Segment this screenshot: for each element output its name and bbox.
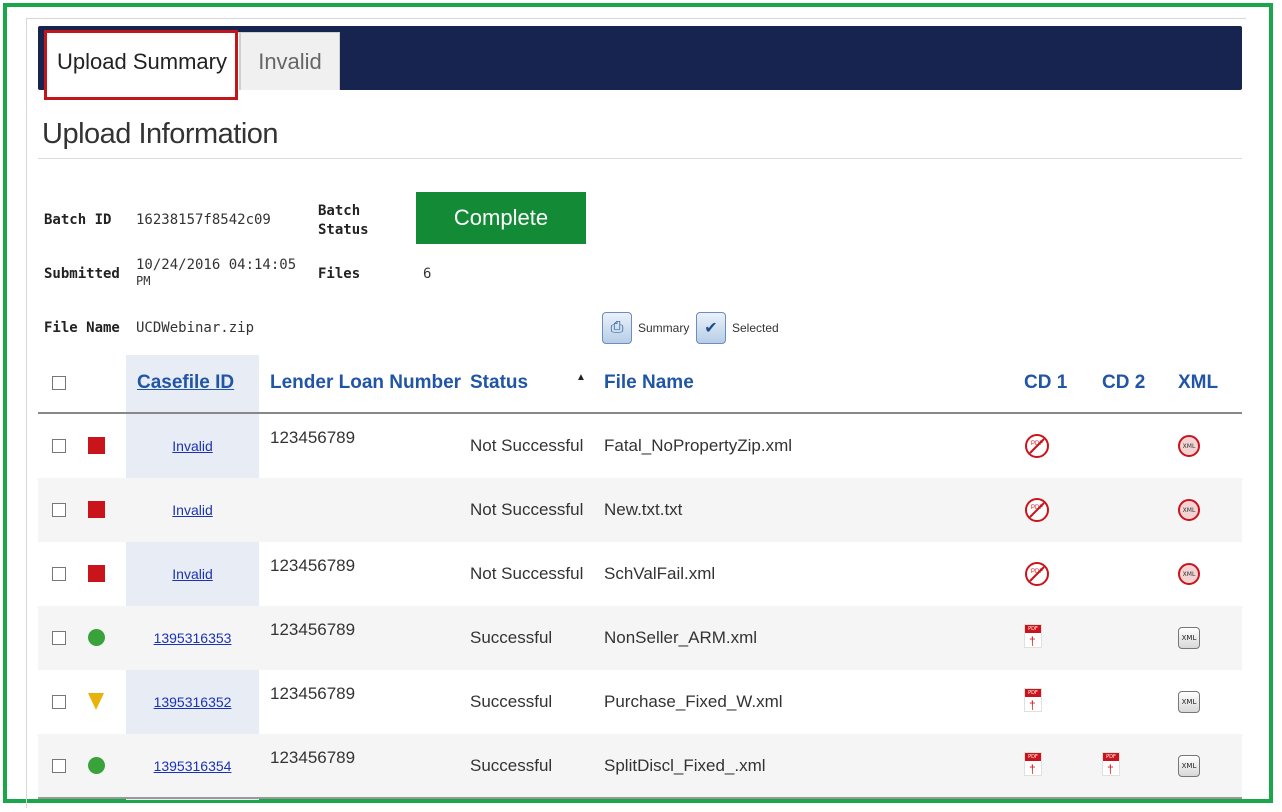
svg-text:PDF: PDF [1031, 569, 1043, 575]
table-bottom-divider [38, 797, 1242, 799]
no-pdf-icon: PDF [1025, 498, 1049, 522]
files-count: 6 [423, 266, 432, 282]
error-square-icon [88, 565, 105, 582]
column-header-file-name[interactable]: File Name [604, 372, 694, 394]
lender-loan-number: 123456789 [270, 428, 356, 447]
xml-icon[interactable]: XML [1178, 627, 1200, 649]
row-file-name: New.txt.txt [604, 500, 683, 519]
page-title: Upload Information [42, 118, 279, 150]
row-file-name: Fatal_NoPropertyZip.xml [604, 436, 793, 455]
row-checkbox[interactable] [52, 759, 66, 773]
column-header-lender-loan-number[interactable]: Lender Loan Number [270, 372, 461, 394]
column-header-status[interactable]: Status [470, 372, 528, 394]
pdf-icon[interactable] [1024, 688, 1042, 712]
row-file-name: Purchase_Fixed_W.xml [604, 692, 783, 711]
success-circle-icon [88, 757, 105, 774]
no-xml-icon: XML [1178, 435, 1200, 457]
panel-border-left [26, 18, 27, 808]
summary-download-button[interactable]: ⎙ Summary [602, 310, 689, 346]
sort-ascending-icon: ▲ [576, 372, 586, 383]
xml-icon[interactable]: XML [1178, 691, 1200, 713]
row-file-name: NonSeller_ARM.xml [604, 628, 758, 647]
no-pdf-icon: PDF [1025, 562, 1049, 586]
svg-text:PDF: PDF [1031, 505, 1043, 511]
casefile-id-link[interactable]: 1395316354 [126, 758, 259, 774]
batch-status-label-2: Status [318, 222, 369, 238]
error-square-icon [88, 501, 105, 518]
row-checkbox[interactable] [52, 631, 66, 645]
casefile-id-link[interactable]: 1395316352 [126, 694, 259, 710]
file-name-value: UCDWebinar.zip [136, 320, 255, 336]
selected-label: Selected [732, 321, 779, 335]
column-header-cd1: CD 1 [1024, 372, 1068, 393]
row-status: Not Successful [470, 436, 584, 455]
no-xml-icon: XML [1178, 499, 1200, 521]
lender-loan-number: 123456789 [270, 684, 356, 703]
row-checkbox[interactable] [52, 503, 66, 517]
row-status: Successful [470, 692, 553, 711]
batch-status-badge: Complete [416, 192, 586, 244]
pdf-icon[interactable] [1102, 752, 1120, 776]
lender-loan-number: 123456789 [270, 556, 356, 575]
printer-icon: ⎙ [602, 312, 632, 344]
row-file-name: SplitDiscl_Fixed_.xml [604, 756, 766, 775]
lender-loan-number: 123456789 [270, 748, 356, 767]
select-all-checkbox[interactable] [52, 376, 66, 390]
panel-border-top [26, 18, 1246, 19]
summary-label: Summary [638, 321, 690, 335]
column-header-xml: XML [1178, 372, 1219, 393]
submitted-value: 10/24/2016 04:14:05 [136, 257, 297, 273]
row-checkbox[interactable] [52, 695, 66, 709]
row-status: Not Successful [470, 564, 584, 583]
checked-document-icon: ✔ [696, 312, 726, 344]
submitted-label: Submitted [44, 266, 120, 282]
casefile-id-link[interactable]: Invalid [126, 566, 259, 582]
batch-id-value: 16238157f8542c09 [136, 212, 271, 228]
row-file-name: SchValFail.xml [604, 564, 716, 583]
row-status: Successful [470, 756, 553, 775]
casefile-id-link[interactable]: Invalid [126, 438, 259, 454]
column-header-casefile-id[interactable]: Casefile ID [137, 372, 234, 394]
divider [38, 158, 1242, 159]
lender-loan-number: 123456789 [270, 620, 356, 639]
svg-text:PDF: PDF [1031, 441, 1043, 447]
submitted-value-ampm: PM [136, 274, 151, 288]
success-circle-icon [88, 629, 105, 646]
tab-invalid[interactable]: Invalid [240, 32, 340, 90]
file-name-label: File Name [44, 320, 120, 336]
row-status: Successful [470, 628, 553, 647]
row-status: Not Successful [470, 500, 584, 519]
row-checkbox[interactable] [52, 439, 66, 453]
no-pdf-icon: PDF [1025, 434, 1049, 458]
files-label: Files [318, 266, 361, 282]
column-header-cd2: CD 2 [1102, 372, 1146, 393]
pdf-icon[interactable] [1024, 624, 1042, 648]
tab-upload-summary[interactable]: Upload Summary [44, 32, 240, 90]
warning-triangle-icon [88, 693, 104, 710]
casefile-id-link[interactable]: 1395316353 [126, 630, 259, 646]
selected-download-button[interactable]: ✔ Selected [696, 310, 779, 346]
row-checkbox[interactable] [52, 567, 66, 581]
error-square-icon [88, 437, 105, 454]
casefile-id-link[interactable]: Invalid [126, 502, 259, 518]
xml-icon[interactable]: XML [1178, 755, 1200, 777]
batch-id-label: Batch ID [44, 212, 112, 228]
pdf-icon[interactable] [1024, 752, 1042, 776]
no-xml-icon: XML [1178, 563, 1200, 585]
batch-status-label: Batch [318, 203, 361, 219]
